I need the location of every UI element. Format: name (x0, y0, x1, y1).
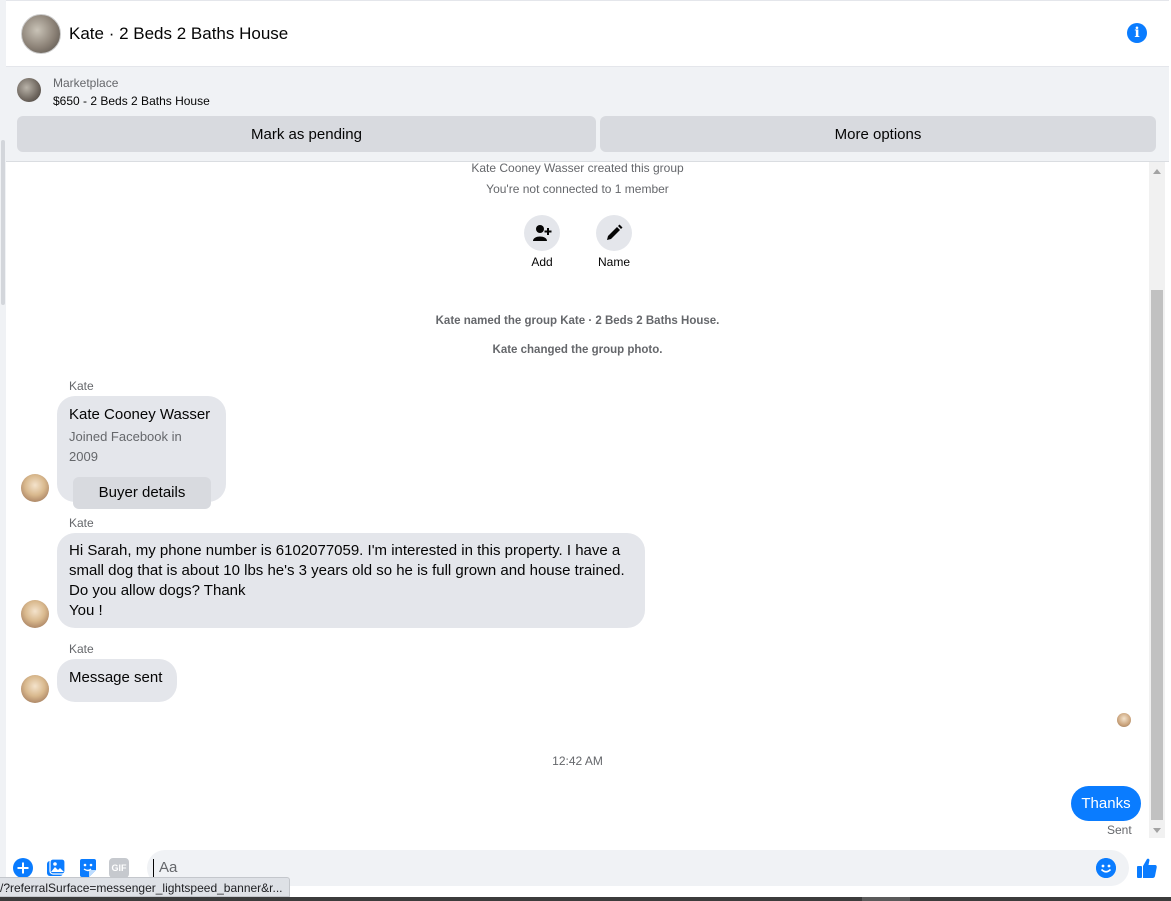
listing-title[interactable]: $650 - 2 Beds 2 Baths House (53, 94, 210, 108)
sender-name: Kate (69, 379, 94, 393)
message-line: You ! (69, 602, 103, 619)
read-receipt-avatar (1117, 713, 1131, 727)
scroll-up-arrow-icon[interactable] (1153, 169, 1161, 174)
scroll-down-arrow-icon[interactable] (1153, 828, 1161, 833)
add-label: Add (531, 255, 553, 269)
message-bubble[interactable]: Hi Sarah, my phone number is 6102077059.… (57, 533, 645, 628)
sent-status: Sent (1107, 823, 1132, 837)
plus-circle-icon[interactable] (13, 858, 33, 878)
window-bottom-edge (0, 897, 1171, 901)
profile-card-subtitle: Joined Facebook in 2009 (69, 429, 182, 464)
left-scrollbar-thumb[interactable] (1, 140, 5, 305)
text-caret (153, 859, 154, 878)
message-line: small dog that is about 10 lbs he's 3 ye… (69, 562, 625, 579)
pencil-icon (607, 224, 623, 240)
sender-name: Kate (69, 516, 94, 530)
more-options-button[interactable]: More options (600, 116, 1156, 152)
profile-card-bubble: Kate Cooney Wasser Joined Facebook in 20… (57, 396, 226, 509)
avatar[interactable] (21, 600, 49, 628)
sender-name: Kate (69, 642, 94, 656)
connection-text: You're not connected to 1 member (486, 182, 669, 196)
conversation-title[interactable]: Kate · 2 Beds 2 Baths House (69, 24, 288, 44)
message-bubble[interactable]: Message sent (57, 659, 177, 702)
add-person-icon (533, 225, 552, 241)
gif-icon[interactable]: GIF (109, 858, 129, 878)
profile-card-name[interactable]: Kate Cooney Wasser (69, 405, 214, 425)
conversation-header: Kate · 2 Beds 2 Baths House i (6, 0, 1169, 67)
link-status-bar: /?referralSurface=messenger_lightspeed_b… (0, 877, 290, 897)
sticker-icon[interactable] (78, 858, 98, 878)
name-label: Name (597, 255, 630, 269)
timestamp: 12:42 AM (552, 754, 603, 768)
message-input[interactable]: Aa (147, 850, 1129, 886)
thumbs-up-icon[interactable] (1136, 857, 1158, 879)
avatar[interactable] (21, 675, 49, 703)
outgoing-message-bubble[interactable]: Thanks (1071, 786, 1141, 821)
listing-thumbnail[interactable] (17, 78, 41, 102)
messenger-window: Kate · 2 Beds 2 Baths House i Marketplac… (0, 0, 1171, 901)
marketplace-banner: Marketplace $650 - 2 Beds 2 Baths House … (6, 67, 1169, 162)
emoji-icon[interactable] (1096, 858, 1116, 878)
avatar[interactable] (21, 474, 49, 502)
buyer-details-button[interactable]: Buyer details (73, 477, 211, 509)
info-icon[interactable]: i (1127, 23, 1147, 43)
message-line: Hi Sarah, my phone number is 6102077059.… (69, 542, 621, 559)
system-message: Kate changed the group photo. (492, 344, 663, 356)
system-message: Kate named the group Kate · 2 Beds 2 Bat… (435, 315, 720, 327)
group-avatar[interactable] (21, 13, 61, 54)
name-group-button[interactable] (596, 215, 632, 251)
message-line: Do you allow dogs? Thank (69, 582, 246, 599)
chat-scrollbar-thumb[interactable] (1151, 290, 1163, 820)
photo-icon[interactable] (46, 858, 66, 878)
marketplace-label: Marketplace (53, 76, 119, 90)
taskbar-highlight (862, 897, 910, 901)
mark-as-pending-button[interactable]: Mark as pending (17, 116, 596, 152)
group-created-text: Kate Cooney Wasser created this group (471, 161, 684, 175)
chat-scrollbar[interactable] (1149, 162, 1165, 838)
add-member-button[interactable] (524, 215, 560, 251)
